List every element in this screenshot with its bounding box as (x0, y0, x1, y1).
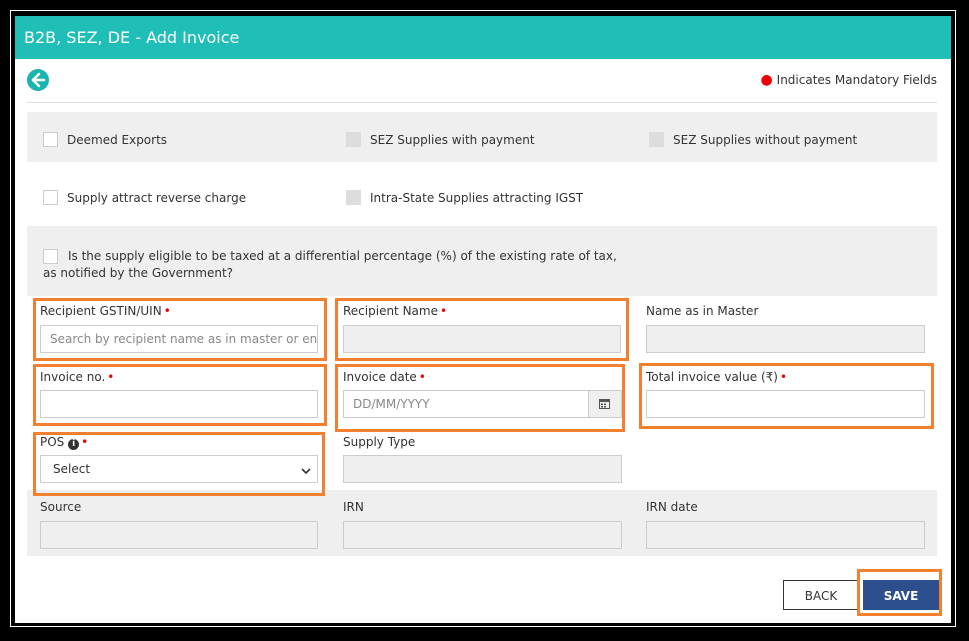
sez-with-payment-label: SEZ Supplies with payment (370, 132, 535, 147)
add-invoice-window: B2B, SEZ, DE - Add Invoice ● Indicates Ma… (15, 16, 951, 623)
highlight-invoice-date (335, 364, 625, 432)
sez-with-payment-checkbox (346, 132, 361, 147)
back-button[interactable]: BACK (783, 580, 859, 610)
irn-date-input (646, 521, 925, 549)
mandatory-note-text: Indicates Mandatory Fields (776, 73, 937, 87)
window-title: B2B, SEZ, DE - Add Invoice (15, 16, 951, 59)
source-label: Source (40, 500, 82, 514)
deemed-exports-option[interactable]: Deemed Exports (43, 132, 167, 147)
highlight-save (857, 569, 942, 616)
required-dot-icon: ● (760, 72, 773, 88)
sez-without-payment-checkbox (649, 132, 664, 147)
divider (27, 102, 937, 103)
intra-state-igst-option: Intra-State Supplies attracting IGST (346, 190, 583, 205)
reverse-charge-label: Supply attract reverse charge (67, 190, 247, 205)
supply-type-input (343, 455, 622, 483)
differential-rate-checkbox[interactable] (43, 249, 58, 264)
highlight-invoice-no (33, 364, 327, 426)
mandatory-note: ● Indicates Mandatory Fields (760, 72, 937, 88)
sez-with-payment-option: SEZ Supplies with payment (346, 132, 535, 147)
highlight-recipient-name (335, 298, 629, 361)
differential-rate-label-line1: Is the supply eligible to be taxed at a … (68, 249, 617, 263)
irn-input (343, 521, 622, 549)
sez-without-payment-label: SEZ Supplies without payment (673, 132, 858, 147)
back-arrow-icon[interactable] (27, 69, 49, 91)
deemed-exports-checkbox[interactable] (43, 132, 58, 147)
highlight-recipient-gstin (33, 298, 327, 361)
intra-state-igst-label: Intra-State Supplies attracting IGST (370, 190, 584, 205)
source-input (40, 521, 318, 549)
sez-without-payment-option: SEZ Supplies without payment (649, 132, 857, 147)
intra-state-igst-checkbox (346, 190, 361, 205)
differential-rate-label-line2: as notified by the Government? (43, 266, 234, 280)
reverse-charge-checkbox[interactable] (43, 190, 58, 205)
name-as-in-master-label: Name as in Master (646, 304, 759, 318)
irn-date-label: IRN date (646, 500, 698, 514)
irn-label: IRN (343, 500, 364, 514)
name-as-in-master-input (646, 325, 925, 353)
highlight-pos (33, 432, 325, 496)
reverse-charge-option[interactable]: Supply attract reverse charge (43, 190, 246, 205)
deemed-exports-label: Deemed Exports (67, 132, 168, 147)
supply-type-label: Supply Type (343, 435, 416, 449)
highlight-total-invoice-value (639, 363, 934, 429)
